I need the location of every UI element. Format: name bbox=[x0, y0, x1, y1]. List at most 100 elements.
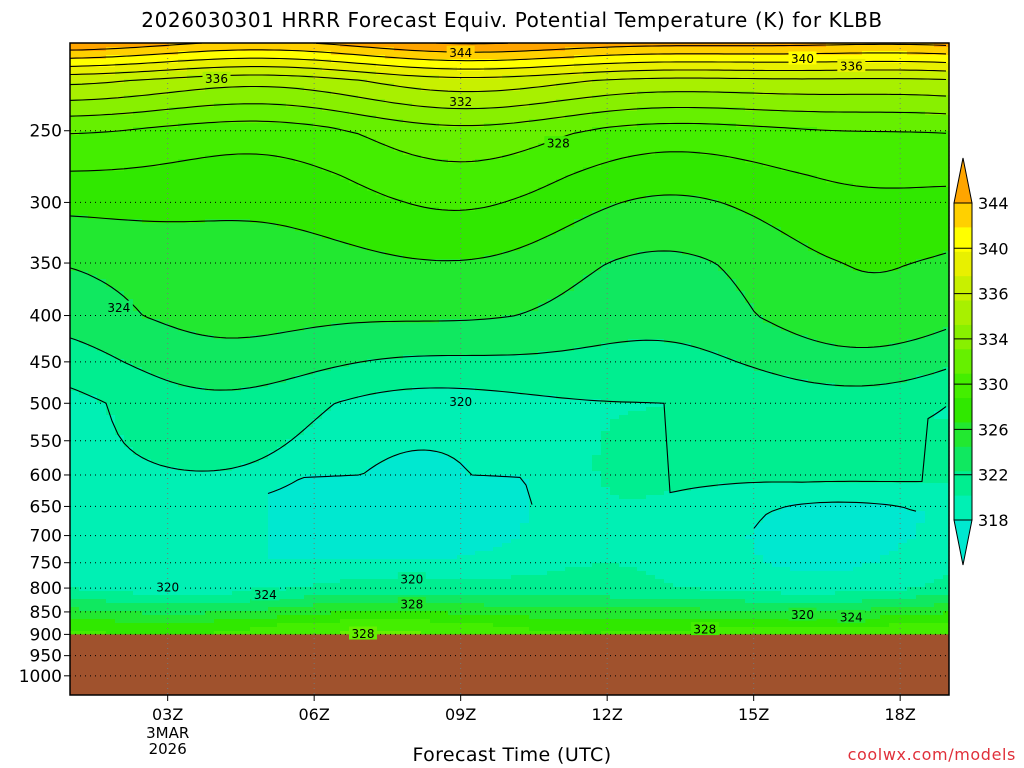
theta-e-cell bbox=[70, 47, 80, 52]
theta-e-cell bbox=[259, 159, 269, 164]
theta-e-cell bbox=[178, 395, 188, 400]
theta-e-cell bbox=[349, 191, 359, 196]
theta-e-cell bbox=[241, 303, 251, 308]
theta-e-cell bbox=[205, 151, 215, 156]
theta-e-cell bbox=[322, 439, 332, 444]
theta-e-cell bbox=[70, 299, 80, 304]
theta-e-cell bbox=[250, 499, 260, 504]
theta-e-cell bbox=[358, 335, 368, 340]
theta-e-cell bbox=[304, 255, 314, 260]
theta-e-cell bbox=[295, 395, 305, 400]
theta-e-cell bbox=[70, 607, 80, 612]
theta-e-cell bbox=[241, 159, 251, 164]
theta-e-cell bbox=[97, 267, 107, 272]
theta-e-cell bbox=[232, 451, 242, 456]
theta-e-cell bbox=[214, 243, 224, 248]
theta-e-cell bbox=[205, 147, 215, 152]
theta-e-cell bbox=[223, 115, 233, 120]
theta-e-cell bbox=[268, 531, 278, 536]
theta-e-cell bbox=[133, 435, 143, 440]
theta-e-cell bbox=[187, 355, 197, 360]
theta-e-cell bbox=[79, 175, 89, 180]
theta-e-cell bbox=[268, 627, 278, 632]
theta-e-cell bbox=[151, 483, 161, 488]
theta-e-cell bbox=[250, 571, 260, 576]
theta-e-cell bbox=[214, 491, 224, 496]
theta-e-cell bbox=[367, 135, 377, 140]
theta-e-cell bbox=[79, 379, 89, 384]
theta-e-cell bbox=[97, 507, 107, 512]
theta-e-cell bbox=[97, 599, 107, 604]
theta-e-cell bbox=[367, 447, 377, 452]
theta-e-cell bbox=[205, 403, 215, 408]
theta-e-cell bbox=[313, 567, 323, 572]
theta-e-cell bbox=[250, 79, 260, 84]
theta-e-cell bbox=[97, 191, 107, 196]
theta-e-cell bbox=[250, 375, 260, 380]
theta-e-cell bbox=[304, 607, 314, 612]
theta-e-cell bbox=[277, 583, 287, 588]
theta-e-cell bbox=[88, 411, 98, 416]
theta-e-cell bbox=[88, 247, 98, 252]
theta-e-cell bbox=[178, 267, 188, 272]
theta-e-cell bbox=[97, 395, 107, 400]
theta-e-cell bbox=[79, 347, 89, 352]
theta-e-cell bbox=[124, 411, 134, 416]
theta-e-cell bbox=[88, 487, 98, 492]
theta-e-cell bbox=[79, 459, 89, 464]
theta-e-cell bbox=[115, 491, 125, 496]
theta-e-cell bbox=[106, 375, 116, 380]
theta-e-cell bbox=[277, 207, 287, 212]
theta-e-cell bbox=[178, 279, 188, 284]
theta-e-cell bbox=[205, 363, 215, 368]
theta-e-cell bbox=[133, 515, 143, 520]
theta-e-cell bbox=[331, 231, 341, 236]
theta-e-cell bbox=[322, 79, 332, 84]
theta-e-cell bbox=[358, 311, 368, 316]
theta-e-cell bbox=[367, 195, 377, 200]
theta-e-cell bbox=[88, 435, 98, 440]
theta-e-cell bbox=[151, 167, 161, 172]
theta-e-cell bbox=[277, 319, 287, 324]
theta-e-cell bbox=[214, 51, 224, 56]
theta-e-cell bbox=[331, 623, 341, 628]
theta-e-cell bbox=[169, 55, 179, 60]
theta-e-cell bbox=[124, 363, 134, 368]
theta-e-cell bbox=[277, 415, 287, 420]
theta-e-cell bbox=[295, 547, 305, 552]
theta-e-cell bbox=[340, 551, 350, 556]
theta-e-cell bbox=[79, 439, 89, 444]
theta-e-cell bbox=[277, 459, 287, 464]
theta-e-cell bbox=[205, 295, 215, 300]
theta-e-cell bbox=[241, 235, 251, 240]
theta-e-cell bbox=[232, 339, 242, 344]
theta-e-cell bbox=[79, 575, 89, 580]
theta-e-cell bbox=[340, 611, 350, 616]
theta-e-cell bbox=[214, 147, 224, 152]
theta-e-cell bbox=[286, 499, 296, 504]
theta-e-cell bbox=[259, 291, 269, 296]
theta-e-cell bbox=[214, 579, 224, 584]
theta-e-cell bbox=[142, 87, 152, 92]
theta-e-cell bbox=[250, 203, 260, 208]
theta-e-cell bbox=[115, 55, 125, 60]
theta-e-cell bbox=[358, 167, 368, 172]
theta-e-cell bbox=[250, 619, 260, 624]
theta-e-cell bbox=[358, 291, 368, 296]
theta-e-cell bbox=[196, 347, 206, 352]
theta-e-cell bbox=[250, 107, 260, 112]
theta-e-cell bbox=[358, 75, 368, 80]
theta-e-cell bbox=[340, 327, 350, 332]
theta-e-cell bbox=[124, 615, 134, 620]
theta-e-cell bbox=[241, 263, 251, 268]
theta-e-cell bbox=[133, 475, 143, 480]
theta-e-cell bbox=[232, 251, 242, 256]
theta-e-cell bbox=[178, 227, 188, 232]
theta-e-cell bbox=[214, 543, 224, 548]
theta-e-cell bbox=[304, 543, 314, 548]
theta-e-cell bbox=[142, 247, 152, 252]
theta-e-cell bbox=[97, 619, 107, 624]
theta-e-cell bbox=[106, 443, 116, 448]
theta-e-cell bbox=[340, 507, 350, 512]
theta-e-cell bbox=[187, 235, 197, 240]
